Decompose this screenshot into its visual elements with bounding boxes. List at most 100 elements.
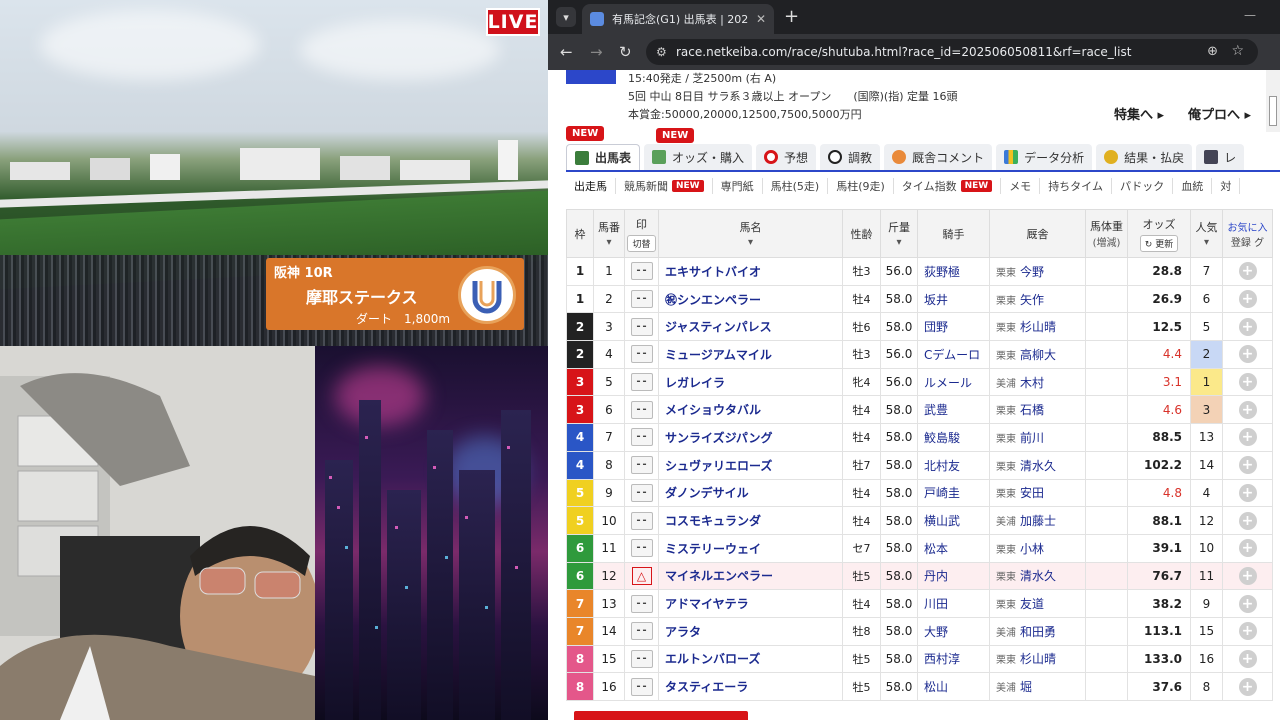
jockey-link[interactable]: 西村淳: [917, 644, 990, 674]
mark-cell[interactable]: --: [624, 450, 659, 480]
feature-link[interactable]: 特集へ ▸: [1114, 104, 1164, 123]
horse-name-link[interactable]: メイショウタバル: [658, 395, 843, 425]
add-favorite-plus-icon[interactable]: +: [1238, 483, 1257, 502]
jockey-link[interactable]: 荻野極: [917, 257, 990, 286]
trainer-link[interactable]: 安田: [1020, 486, 1044, 500]
jockey-link[interactable]: 武豊: [917, 395, 990, 425]
trainer-link[interactable]: 矢作: [1020, 293, 1044, 307]
tab-data-analysis[interactable]: データ分析: [996, 144, 1093, 170]
mark-selector[interactable]: --: [630, 594, 653, 613]
trainer-link[interactable]: 石橋: [1020, 403, 1044, 417]
horse-name-link[interactable]: マイネルエンペラー: [658, 561, 843, 591]
mark-cell[interactable]: --: [624, 423, 659, 452]
trainer-link[interactable]: 和田勇: [1020, 625, 1056, 639]
mark-cell[interactable]: --: [624, 340, 659, 369]
add-favorite-plus-icon[interactable]: +: [1238, 373, 1257, 392]
header-scrollbar[interactable]: [1266, 70, 1280, 132]
add-favorite-plus-icon[interactable]: +: [1238, 317, 1257, 336]
add-favorite-plus-icon[interactable]: +: [1238, 456, 1257, 475]
browser-tab-active[interactable]: 有馬記念(G1) 出馬表 | 2025年1 ✕: [582, 4, 774, 34]
col-horse-name[interactable]: 馬名 ▾: [658, 209, 843, 258]
mark-cell[interactable]: --: [624, 284, 659, 314]
mark-selector[interactable]: --: [630, 539, 653, 558]
mark-cell[interactable]: --: [624, 367, 659, 397]
trainer-link[interactable]: 今野: [1020, 265, 1044, 279]
mark-selector[interactable]: --: [630, 400, 653, 419]
horse-name-link[interactable]: ミステリーウェイ: [658, 533, 843, 563]
orepro-link[interactable]: 俺プロへ ▸: [1188, 104, 1251, 123]
add-favorite-plus-icon[interactable]: +: [1238, 428, 1257, 447]
bottom-banner[interactable]: [574, 711, 748, 720]
jockey-link[interactable]: 大野: [917, 616, 990, 646]
subtab-item[interactable]: 持ちタイム: [1040, 178, 1112, 194]
tab-prediction[interactable]: 予想: [756, 144, 817, 170]
tab-stable-comment[interactable]: 厩舎コメント: [884, 144, 993, 170]
tab-search-chevron-icon[interactable]: ▾: [556, 7, 576, 27]
trainer-link[interactable]: 杉山晴: [1020, 320, 1056, 334]
mark-selector[interactable]: --: [630, 649, 653, 668]
jockey-link[interactable]: 戸崎圭: [917, 478, 990, 508]
close-tab-icon[interactable]: ✕: [756, 12, 766, 26]
trainer-link[interactable]: 杉山晴: [1020, 652, 1056, 666]
add-favorite-plus-icon[interactable]: +: [1238, 649, 1257, 668]
jockey-link[interactable]: 松本: [917, 533, 990, 563]
horse-name-link[interactable]: ㊗シンエンペラー: [658, 284, 843, 314]
horse-name-link[interactable]: ジャスティンパレス: [658, 312, 843, 342]
mark-selector[interactable]: --: [630, 373, 653, 392]
jockey-link[interactable]: 松山: [917, 672, 990, 701]
tab-results[interactable]: 結果・払戻: [1096, 144, 1193, 170]
mark-cell[interactable]: --: [624, 533, 659, 563]
mark-cell[interactable]: --: [624, 395, 659, 425]
add-favorite-plus-icon[interactable]: +: [1238, 622, 1257, 641]
mark-cell[interactable]: --: [624, 506, 659, 535]
site-info-icon[interactable]: ⚙: [656, 45, 667, 59]
horse-name-link[interactable]: ダノンデサイル: [658, 478, 843, 508]
jockey-link[interactable]: 団野: [917, 312, 990, 342]
mark-selector[interactable]: --: [630, 290, 653, 309]
subtab-item[interactable]: パドック: [1112, 178, 1174, 194]
trainer-link[interactable]: 木村: [1020, 376, 1044, 390]
subtab-item[interactable]: 馬柱(9走): [828, 178, 894, 194]
minimize-window-icon[interactable]: —: [1244, 8, 1256, 22]
trainer-link[interactable]: 清水久: [1020, 459, 1056, 473]
jockey-link[interactable]: 川田: [917, 589, 990, 618]
odds-refresh-button[interactable]: ↻ 更新: [1139, 234, 1179, 252]
bookmark-star-icon[interactable]: ☆: [1231, 43, 1244, 59]
horse-name-link[interactable]: エキサイトバイオ: [658, 257, 843, 286]
url-bar[interactable]: ⚙ race.netkeiba.com/race/shutuba.html?ra…: [646, 39, 1258, 65]
mark-cell[interactable]: --: [624, 312, 659, 342]
trainer-link[interactable]: 堀: [1020, 680, 1032, 694]
mark-cell[interactable]: --: [624, 257, 659, 286]
mark-selector[interactable]: --: [630, 677, 653, 696]
trainer-link[interactable]: 清水久: [1020, 569, 1056, 583]
tab-training[interactable]: 調教: [820, 144, 881, 170]
subtab-item[interactable]: タイム指数 NEW: [894, 178, 1002, 194]
mark-selector[interactable]: --: [630, 622, 653, 641]
add-favorite-plus-icon[interactable]: +: [1238, 400, 1257, 419]
warning-triangle-icon[interactable]: △: [631, 566, 652, 585]
mark-cell[interactable]: --: [624, 616, 659, 646]
mark-cell[interactable]: --: [624, 589, 659, 618]
reload-icon[interactable]: ↻: [619, 43, 632, 61]
trainer-link[interactable]: 高柳大: [1020, 348, 1056, 362]
add-favorite-plus-icon[interactable]: +: [1238, 539, 1257, 558]
trainer-link[interactable]: 友道: [1020, 597, 1044, 611]
mark-toggle-button[interactable]: 切替: [627, 234, 656, 252]
back-arrow-icon[interactable]: ←: [560, 43, 573, 61]
mark-selector[interactable]: --: [630, 511, 653, 530]
add-favorite-plus-icon[interactable]: +: [1238, 677, 1257, 696]
horse-name-link[interactable]: エルトンバローズ: [658, 644, 843, 674]
subtab-item[interactable]: 専門紙: [713, 178, 763, 194]
horse-name-link[interactable]: ミュージアムマイル: [658, 340, 843, 369]
subtab-item[interactable]: 出走馬: [566, 178, 616, 194]
mark-selector[interactable]: --: [630, 317, 653, 336]
horse-name-link[interactable]: サンライズジパング: [658, 423, 843, 452]
subtab-item[interactable]: 競馬新聞 NEW: [616, 178, 713, 194]
mark-selector[interactable]: --: [630, 483, 653, 502]
subtab-item[interactable]: メモ: [1001, 178, 1041, 194]
subtab-item[interactable]: 馬柱(5走): [763, 178, 829, 194]
mark-selector[interactable]: --: [630, 262, 653, 281]
horse-name-link[interactable]: コスモキュランダ: [658, 506, 843, 535]
add-favorite-plus-icon[interactable]: +: [1238, 594, 1257, 613]
add-favorite-plus-icon[interactable]: +: [1238, 262, 1257, 281]
